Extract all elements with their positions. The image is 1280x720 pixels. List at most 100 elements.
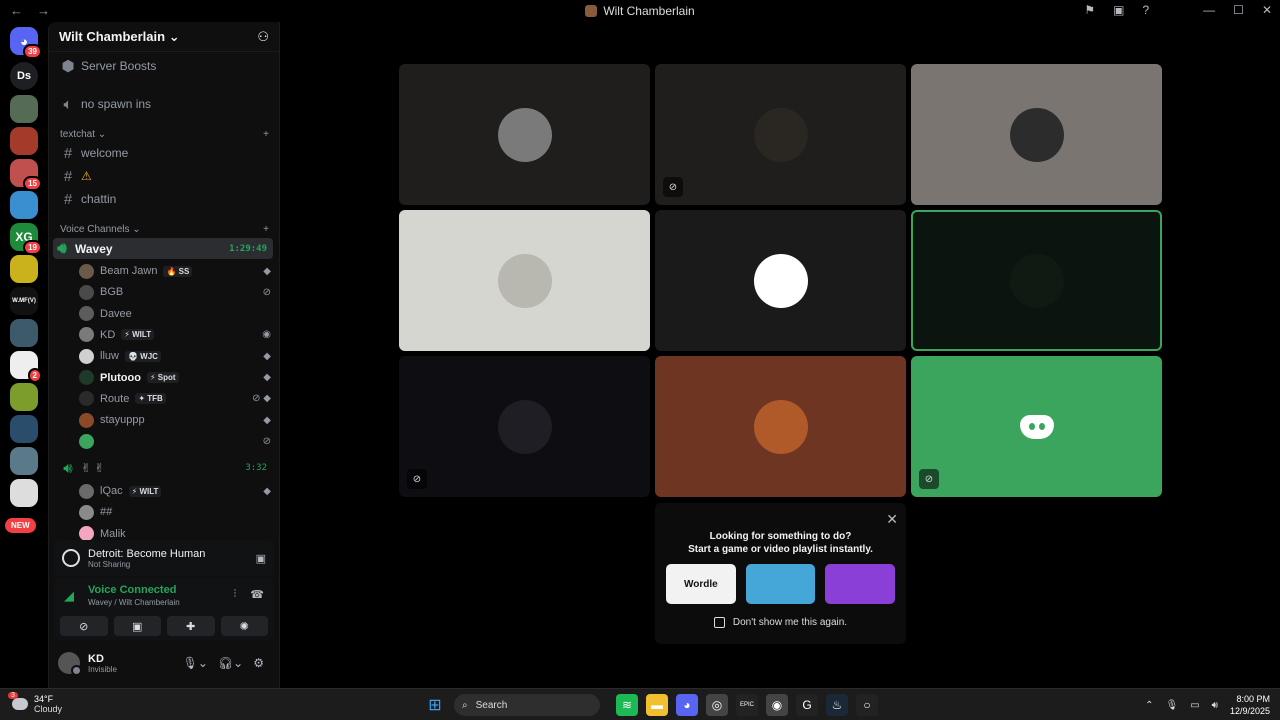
game-card[interactable]: Wordle: [666, 564, 736, 604]
close-icon[interactable]: ✕: [886, 511, 898, 528]
voice-user[interactable]: Plutooo ⚡ Spot ◆: [79, 368, 271, 388]
participant-tile[interactable]: [911, 210, 1162, 351]
circle-app-icon[interactable]: ○: [856, 694, 878, 716]
voice-user[interactable]: lluw 💀 WJC ◆: [79, 346, 271, 366]
voice-user[interactable]: KD ⚡ WILT ◉: [79, 325, 271, 345]
microphone-icon[interactable]: 🎙︎: [1165, 700, 1178, 711]
server-icon[interactable]: XG 19: [10, 223, 42, 255]
voice-location[interactable]: Wavey / Wilt Chamberlain: [88, 598, 180, 607]
camera-button[interactable]: ⊘: [60, 616, 108, 636]
voice-status[interactable]: Voice Connected: [88, 584, 176, 596]
channel-label: ⚠: [81, 169, 92, 183]
search-box[interactable]: ⌕ Search: [454, 694, 600, 716]
voice-user[interactable]: Route ✦ TFB ⊘ ◆: [79, 389, 271, 409]
new-badge[interactable]: NEW: [5, 518, 36, 533]
discord-icon[interactable]: ◕: [676, 694, 698, 716]
server-icon[interactable]: [10, 319, 38, 347]
close-window-button[interactable]: ✕: [1262, 3, 1272, 17]
voice-channel-wavey[interactable]: 🔊︎ Wavey 1:29:49: [53, 238, 273, 259]
display-icon[interactable]: ▭: [1190, 700, 1199, 711]
server-icon[interactable]: [10, 383, 38, 411]
voice-user[interactable]: lQac ⚡ WILT ◆: [79, 481, 271, 501]
status-icons: ⊘ ◆: [252, 393, 271, 405]
discord-logo-icon: [1019, 414, 1054, 439]
participant-tile[interactable]: ⊘: [655, 64, 906, 205]
add-channel-icon[interactable]: +: [263, 224, 269, 235]
text-channel-chattin[interactable]: # chattin: [59, 189, 273, 209]
voice-user[interactable]: ##: [79, 502, 271, 522]
voice-user[interactable]: stayuppp ◆: [79, 410, 271, 430]
server-icon[interactable]: W.MF(V): [10, 287, 38, 315]
headphones-icon[interactable]: 🎧︎⌄: [218, 656, 243, 670]
hash-icon: #: [63, 167, 73, 185]
participant-tile[interactable]: [911, 64, 1162, 205]
volume-icon[interactable]: 🔊︎: [1212, 700, 1218, 711]
settings-gear-icon[interactable]: ⚙: [253, 656, 264, 670]
voice-user[interactable]: ⊘: [79, 431, 271, 451]
server-icon[interactable]: [10, 255, 38, 283]
soundboard-button[interactable]: ✺: [220, 616, 268, 636]
minimize-button[interactable]: —: [1203, 3, 1215, 17]
dont-show-checkbox[interactable]: Don't show me this again.: [655, 617, 906, 628]
server-icon[interactable]: [10, 127, 38, 155]
noise-suppression-icon[interactable]: ⫶: [234, 588, 237, 601]
add-member-icon[interactable]: ⚇: [257, 29, 269, 45]
epic-icon[interactable]: EPIC: [736, 694, 758, 716]
dm-avatar[interactable]: Ds: [10, 62, 38, 90]
file-explorer-icon[interactable]: ▬: [646, 694, 668, 716]
server-icon[interactable]: [10, 415, 38, 443]
chrome-icon[interactable]: ◉: [766, 694, 788, 716]
category-voice-channels[interactable]: Voice Channels ⌄ +: [60, 224, 269, 235]
chevron-up-icon[interactable]: ⌃: [1145, 700, 1153, 711]
text-channel-warning[interactable]: # ⚠: [59, 166, 273, 186]
server-icon[interactable]: 15: [10, 159, 42, 191]
category-textchat[interactable]: textchat ⌄ +: [60, 129, 269, 140]
screen-share-icon[interactable]: ▣: [256, 552, 266, 565]
add-channel-icon[interactable]: +: [263, 129, 269, 140]
steam-icon[interactable]: ♨: [826, 694, 848, 716]
participant-tile[interactable]: ⊘: [399, 356, 650, 497]
spotify-icon[interactable]: ≋: [616, 694, 638, 716]
server-icon[interactable]: 2: [10, 351, 42, 383]
server-icon[interactable]: [10, 95, 38, 123]
checkbox-icon[interactable]: [713, 617, 725, 628]
server-icon[interactable]: [10, 447, 38, 475]
voice-channel-no-spawn[interactable]: 🔈︎ no spawn ins: [59, 94, 273, 114]
help-icon[interactable]: ?: [1142, 3, 1149, 17]
g-hub-icon[interactable]: G: [796, 694, 818, 716]
server-header[interactable]: Wilt Chamberlain ⌄ ⚇: [49, 22, 279, 52]
home-dm-button[interactable]: ◕ 39: [10, 27, 42, 59]
avatar[interactable]: [58, 652, 82, 676]
share-screen-button[interactable]: ▣: [113, 616, 161, 636]
participant-tile[interactable]: ⊘: [911, 356, 1162, 497]
voice-channel-peace[interactable]: 🔊︎ ✌ ✌ 3:32: [59, 458, 273, 478]
game-card[interactable]: [745, 564, 816, 604]
server-boosts-item[interactable]: ⬢ Server Boosts: [59, 56, 273, 76]
voice-user[interactable]: Davee: [79, 304, 271, 324]
game-card[interactable]: [825, 564, 896, 604]
participant-tile[interactable]: [655, 356, 906, 497]
voice-user[interactable]: BGB ⊘: [79, 282, 271, 302]
inbox-flag-icon[interactable]: ⚑: [1084, 3, 1095, 17]
clock[interactable]: 8:00 PM 12/9/2025: [1230, 693, 1270, 717]
participant-tile[interactable]: [399, 64, 650, 205]
server-icon[interactable]: [10, 191, 38, 219]
voice-user[interactable]: Beam Jawn 🔥 SS ◆: [79, 261, 271, 281]
microphone-icon[interactable]: 🎙︎⌄: [183, 656, 208, 670]
server-icon[interactable]: [10, 479, 38, 507]
participant-tile[interactable]: [399, 210, 650, 351]
disconnect-icon[interactable]: ☎: [250, 588, 264, 601]
voice-user-name: Plutooo: [100, 371, 141, 384]
participant-tile[interactable]: [655, 210, 906, 351]
category-label: Voice Channels: [60, 224, 130, 235]
app-icon[interactable]: ◎: [706, 694, 728, 716]
activity-panel[interactable]: Detroit: Become Human Not Sharing ▣: [54, 540, 274, 576]
start-button[interactable]: ⊞: [424, 694, 446, 716]
weather-widget[interactable]: 3 34°F Cloudy: [8, 692, 62, 714]
activities-button[interactable]: ✚: [167, 616, 215, 636]
avatar: [79, 306, 94, 322]
server-tag: 🔥 SS: [163, 265, 193, 277]
text-channel-welcome[interactable]: # welcome: [59, 143, 273, 163]
maximize-button[interactable]: ☐: [1233, 3, 1244, 17]
inbox-icon[interactable]: ▣: [1113, 3, 1124, 17]
